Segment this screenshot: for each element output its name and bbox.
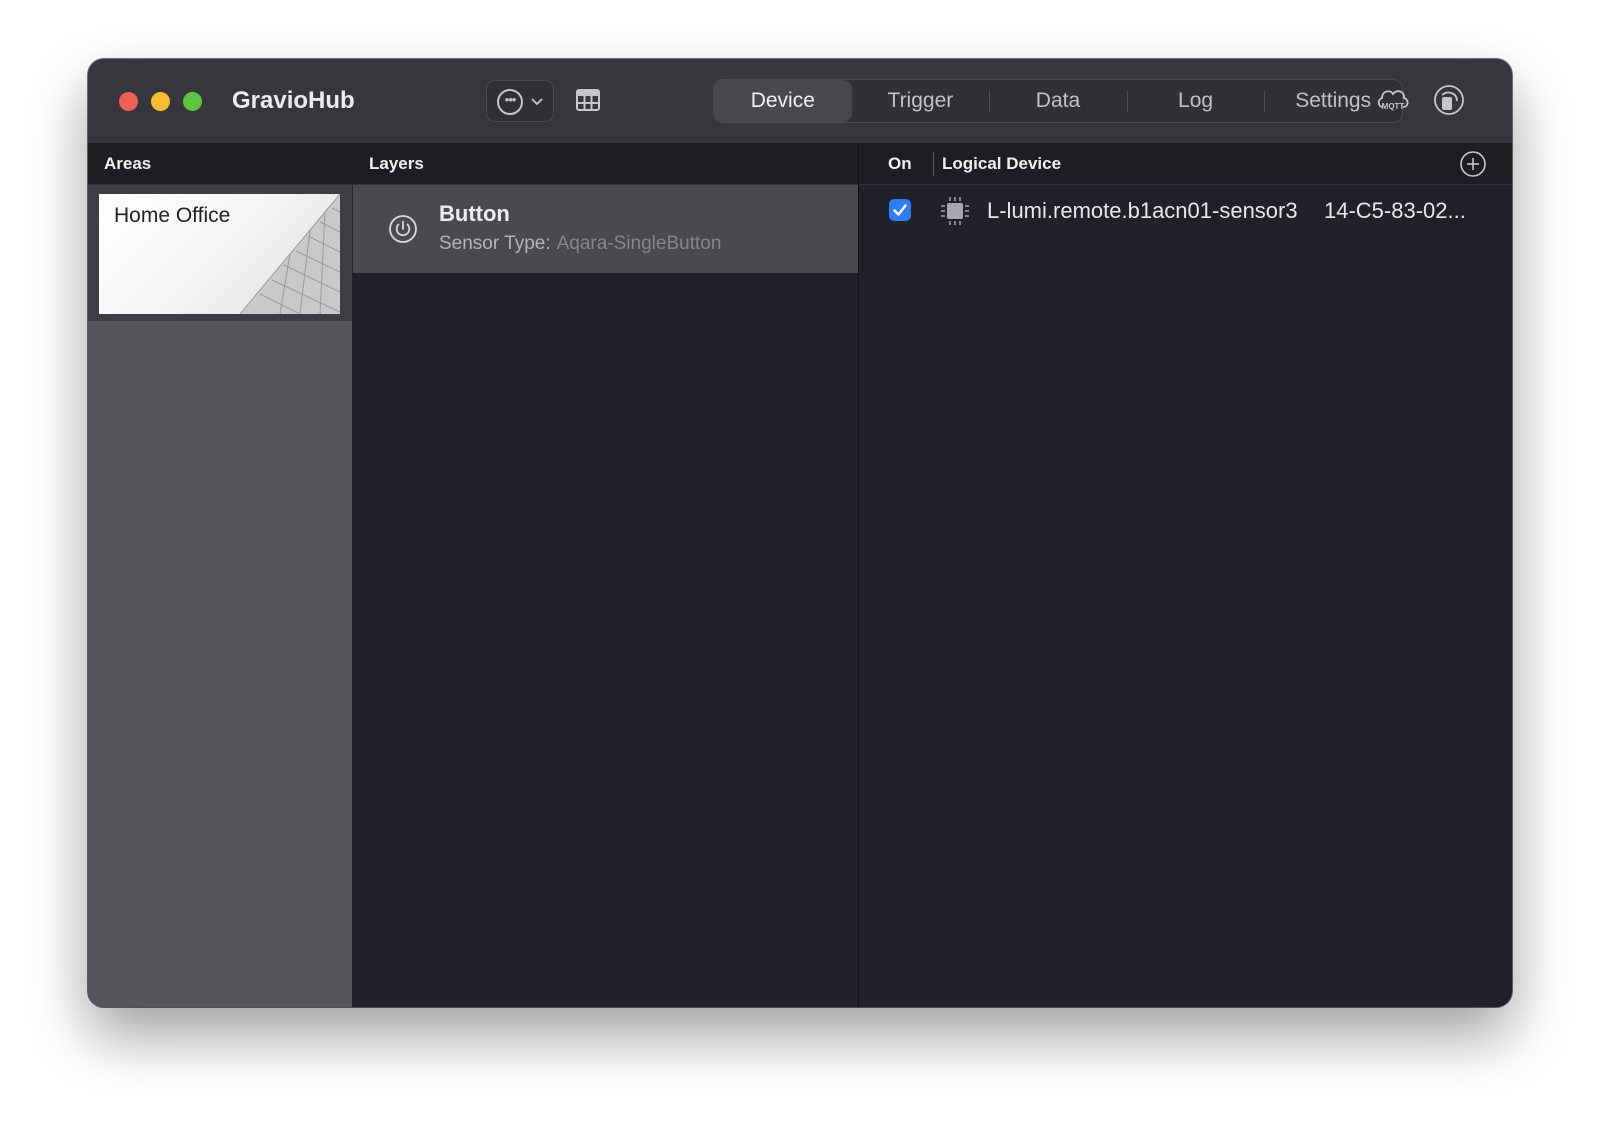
chip-icon	[941, 197, 969, 225]
main-tabs: Device Trigger Data Log Settings	[713, 79, 1403, 123]
app-window: GravioHub ••• Device Trigger Data Log Se…	[88, 59, 1512, 1007]
areas-header: Areas	[88, 143, 352, 185]
tab-trigger[interactable]: Trigger	[852, 80, 990, 122]
power-button-icon	[389, 215, 417, 243]
device-enabled-checkbox[interactable]	[889, 199, 911, 221]
layers-header: Layers	[352, 143, 858, 185]
layer-list-item[interactable]: Button Sensor Type: Aqara-SingleButton	[353, 185, 858, 273]
layer-sensor-type: Sensor Type: Aqara-SingleButton	[439, 233, 721, 255]
area-list-item[interactable]: Home Office	[88, 185, 352, 321]
device-mac-address: 14-C5-83-02...	[1324, 198, 1466, 223]
title-bar: GravioHub ••• Device Trigger Data Log Se…	[88, 59, 1512, 144]
device-name: L-lumi.remote.b1acn01-sensor3	[987, 198, 1298, 223]
ellipsis-circle-icon: •••	[497, 89, 523, 115]
checkmark-icon	[893, 204, 907, 216]
column-separator	[933, 152, 934, 176]
area-name: Home Office	[114, 204, 231, 227]
beacon-icon[interactable]	[1432, 83, 1466, 117]
column-header-on[interactable]: On	[888, 143, 912, 185]
tab-data[interactable]: Data	[989, 80, 1127, 122]
tab-device[interactable]: Device	[714, 80, 852, 122]
zoom-window-button[interactable]	[183, 92, 202, 111]
sensor-type-label: Sensor Type:	[439, 233, 551, 254]
app-title: GravioHub	[232, 87, 355, 114]
minimize-window-button[interactable]	[151, 92, 170, 111]
mqtt-cloud-icon[interactable]: MQTT	[1376, 85, 1410, 115]
device-list-item[interactable]: L-lumi.remote.b1acn01-sensor3 14-C5-83-0…	[859, 185, 1512, 241]
layer-name: Button	[439, 201, 510, 226]
chevron-down-icon	[531, 95, 543, 109]
add-device-button[interactable]	[1459, 150, 1487, 178]
close-window-button[interactable]	[119, 92, 138, 111]
column-header-logical-device[interactable]: Logical Device	[942, 143, 1061, 185]
table-grid-icon[interactable]	[576, 87, 600, 113]
sensor-type-value: Aqara-SingleButton	[556, 233, 722, 254]
devices-header: On Logical Device	[859, 143, 1512, 185]
building-image	[240, 194, 340, 314]
area-thumbnail: Home Office	[99, 194, 340, 314]
more-actions-button[interactable]: •••	[486, 80, 554, 122]
tab-log[interactable]: Log	[1126, 80, 1265, 122]
devices-panel	[859, 143, 1512, 1007]
mqtt-icon-label: MQTT	[1382, 102, 1405, 111]
